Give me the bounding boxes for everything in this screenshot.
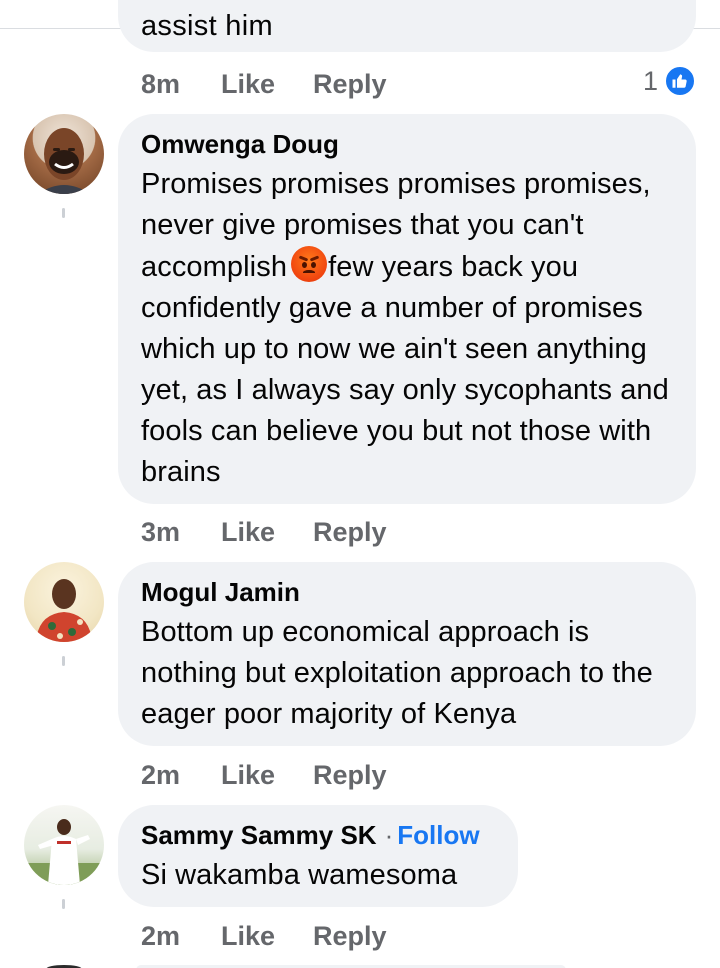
comment-bubble[interactable]: Sammy Sammy SK · Follow Si wakamba wamesom… (118, 805, 518, 907)
comment-text-partial: assist him (141, 10, 273, 42)
comment-author[interactable]: Omwenga Doug (141, 128, 672, 160)
comment-time[interactable]: 2m (141, 760, 221, 791)
comment-bubble[interactable]: Mogul Jamin Bottom up economical approac… (118, 562, 696, 746)
separator-dot: · (384, 820, 394, 850)
like-button[interactable]: Like (221, 760, 313, 791)
comment-text-part-2: few years back you confidently gave a nu… (141, 251, 669, 488)
reaction-count: 1 (642, 65, 658, 96)
like-button[interactable]: Like (221, 517, 313, 548)
follow-button[interactable]: Follow (397, 820, 479, 850)
reply-button[interactable]: Reply (313, 517, 387, 548)
comment-bubble-partial[interactable]: assist him (118, 0, 696, 52)
comment-text: Bottom up economical approach is nothing… (141, 616, 653, 730)
comment-author[interactable]: Mogul Jamin (141, 576, 672, 608)
like-button[interactable]: Like (221, 921, 313, 952)
thread-line (62, 656, 65, 666)
thumbs-up-icon (664, 65, 696, 97)
comment-author[interactable]: Sammy Sammy SK (141, 820, 377, 850)
comment-time[interactable]: 2m (141, 921, 221, 952)
thread-line (62, 208, 65, 218)
comment-actions: 2m Like Reply (141, 919, 387, 953)
comment-author-row: Sammy Sammy SK · Follow (141, 819, 494, 851)
thread-line (62, 899, 65, 909)
comment-bubble[interactable]: Omwenga Doug Promises promises promises … (118, 114, 696, 504)
angry-face-icon (291, 246, 328, 282)
avatar[interactable] (24, 562, 104, 642)
comment-text: Si wakamba wamesoma (141, 859, 458, 891)
comments-feed: assist him 8m Like Reply 1 Omwenga Doug … (0, 0, 720, 968)
comment-text: Promises promises promises promises, nev… (141, 164, 672, 493)
reply-button[interactable]: Reply (313, 760, 387, 791)
reply-button[interactable]: Reply (313, 921, 387, 952)
avatar[interactable] (24, 114, 104, 194)
comment-actions-previous: 8m Like Reply (141, 67, 387, 101)
comment-actions: 2m Like Reply (141, 758, 387, 792)
reply-button[interactable]: Reply (313, 69, 387, 100)
like-button[interactable]: Like (221, 69, 313, 100)
comment-time[interactable]: 3m (141, 517, 221, 548)
reaction-summary[interactable]: 1 (643, 64, 696, 98)
avatar[interactable] (24, 805, 104, 885)
comment-time[interactable]: 8m (141, 69, 221, 100)
comment-actions: 3m Like Reply (141, 515, 387, 549)
